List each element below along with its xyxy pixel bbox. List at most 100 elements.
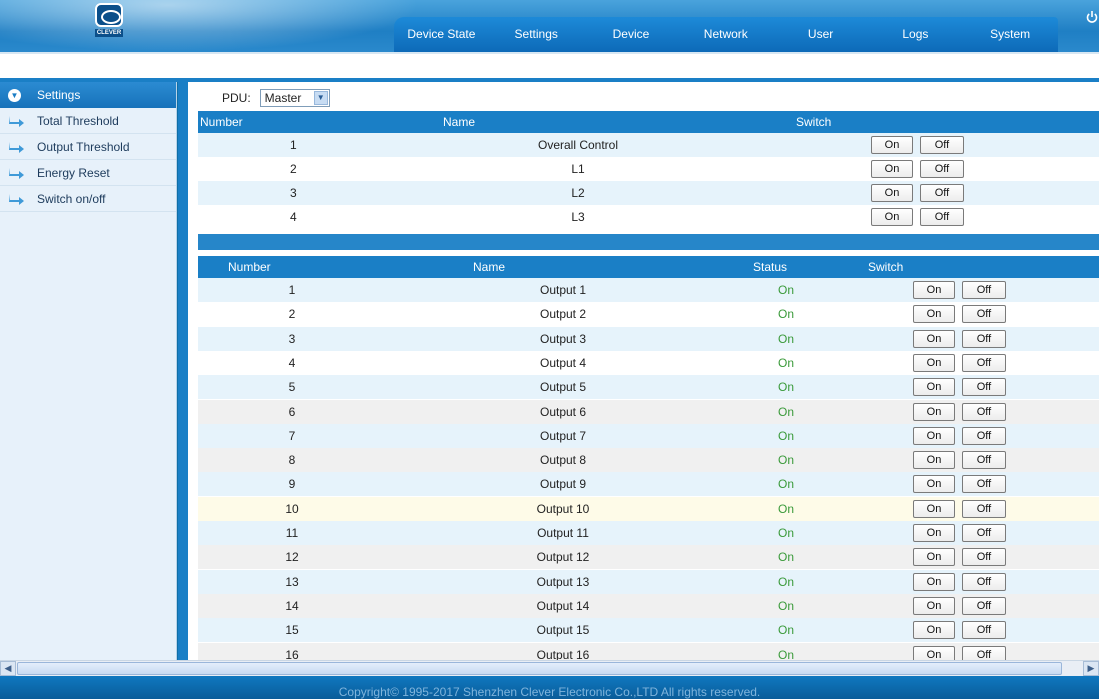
table-row: 2 Output 2 On On Off [198, 302, 1099, 327]
row-name: L3 [571, 210, 585, 224]
off-button[interactable]: Off [962, 621, 1006, 640]
off-button[interactable]: Off [962, 596, 1006, 615]
row-name: Output 6 [539, 404, 587, 419]
tab-device[interactable]: Device [584, 17, 679, 52]
row-number: 10 [285, 501, 299, 516]
table-row: 5 Output 5 On On Off [198, 375, 1099, 400]
off-button[interactable]: Off [962, 426, 1006, 445]
row-number: 5 [288, 380, 296, 395]
off-button[interactable]: Off [920, 208, 964, 226]
row-number: 2 [288, 307, 296, 322]
scroll-left-icon[interactable]: ◀ [0, 661, 16, 676]
pdu-selector-row: PDU: Master ▼ [198, 88, 330, 108]
off-button[interactable]: Off [962, 451, 1006, 470]
table-row: 3 L2 On Off [198, 181, 1099, 205]
table-row: 11 Output 11 On On Off [198, 521, 1099, 545]
row-name: Output 5 [539, 380, 587, 395]
off-button[interactable]: Off [962, 329, 1006, 348]
status-text: On [778, 477, 795, 492]
on-button[interactable]: On [913, 596, 955, 615]
footer-copyright: Copyright© 1995-2017 Shenzhen Clever Ele… [0, 676, 1099, 699]
clever-logo: CLEVER [95, 3, 123, 37]
on-button[interactable]: On [913, 548, 955, 567]
header-glow [0, 0, 420, 52]
off-button[interactable]: Off [962, 475, 1006, 494]
scroll-right-icon[interactable]: ▶ [1083, 661, 1099, 676]
on-button[interactable]: On [913, 499, 955, 518]
status-text: On [778, 598, 795, 613]
on-button[interactable]: On [913, 426, 955, 445]
table-row: 16 Output 16 On On Off [198, 642, 1099, 661]
off-button[interactable]: Off [920, 160, 964, 178]
off-button[interactable]: Off [962, 499, 1006, 518]
row-number: 11 [285, 526, 299, 540]
on-button[interactable]: On [871, 208, 913, 226]
on-button[interactable]: On [913, 475, 955, 494]
col-status: Status [753, 260, 788, 274]
row-name: Output 14 [536, 598, 590, 613]
pdu-select[interactable]: Master ▼ [259, 89, 330, 107]
on-button[interactable]: On [871, 160, 913, 178]
status-text: On [778, 501, 795, 516]
sidebar-header[interactable]: ▼ Settings [0, 82, 176, 108]
on-button[interactable]: On [913, 305, 955, 324]
row-number: 6 [288, 404, 296, 419]
scroll-thumb[interactable] [17, 662, 1062, 675]
phase-table-header: Number Name Switch [198, 111, 1099, 133]
sidebar-item-label: Output Threshold [37, 139, 130, 154]
chevron-down-icon[interactable]: ▼ [313, 91, 328, 105]
off-button[interactable]: Off [962, 378, 1006, 397]
off-button[interactable]: Off [962, 645, 1006, 660]
off-button[interactable]: Off [920, 184, 964, 202]
sidebar-item[interactable]: Energy Reset [0, 160, 176, 186]
chevron-down-icon: ▼ [8, 88, 21, 102]
row-number: 3 [290, 186, 297, 200]
off-button[interactable]: Off [962, 572, 1006, 591]
row-name: Output 3 [539, 331, 587, 346]
power-icon[interactable] [1086, 10, 1098, 24]
main-content: PDU: Master ▼ Number Name Switch 1 Overal… [188, 82, 1099, 660]
pdu-select-value: Master [264, 91, 302, 105]
on-button[interactable]: On [913, 621, 955, 640]
table-row: 4 L3 On Off [198, 205, 1099, 229]
row-name: Output 4 [539, 355, 587, 370]
sidebar-item[interactable]: Switch on/off [0, 186, 176, 212]
row-number: 9 [288, 477, 296, 492]
row-number: 4 [288, 355, 296, 370]
on-button[interactable]: On [913, 524, 955, 542]
off-button[interactable]: Off [962, 281, 1006, 299]
off-button[interactable]: Off [962, 305, 1006, 324]
tab-settings[interactable]: Settings [489, 17, 584, 52]
sidebar-item[interactable]: Output Threshold [0, 134, 176, 160]
tab-network[interactable]: Network [678, 17, 773, 52]
off-button[interactable]: Off [962, 524, 1006, 542]
table-row: 12 Output 12 On On Off [198, 545, 1099, 570]
status-text: On [778, 647, 795, 661]
sidebar-divider [178, 82, 188, 660]
tab-device-state[interactable]: Device State [394, 17, 489, 52]
on-button[interactable]: On [871, 184, 913, 202]
status-text: On [778, 428, 795, 443]
status-text: On [778, 283, 795, 297]
on-button[interactable]: On [913, 329, 955, 348]
horizontal-scrollbar[interactable]: ◀ ▶ [0, 660, 1099, 676]
col-number: Number [200, 115, 243, 129]
on-button[interactable]: On [871, 136, 913, 154]
tab-system[interactable]: System [963, 17, 1058, 52]
on-button[interactable]: On [913, 572, 955, 591]
off-button[interactable]: Off [962, 402, 1006, 421]
tab-logs[interactable]: Logs [868, 17, 963, 52]
table-row: 14 Output 14 On On Off [198, 593, 1099, 618]
off-button[interactable]: Off [962, 548, 1006, 567]
sidebar-item[interactable]: Total Threshold [0, 108, 176, 134]
on-button[interactable]: On [913, 353, 955, 372]
on-button[interactable]: On [913, 451, 955, 470]
off-button[interactable]: Off [962, 353, 1006, 372]
on-button[interactable]: On [913, 281, 955, 299]
off-button[interactable]: Off [920, 136, 964, 154]
on-button[interactable]: On [913, 402, 955, 421]
status-text: On [778, 453, 795, 468]
on-button[interactable]: On [913, 645, 955, 660]
on-button[interactable]: On [913, 378, 955, 397]
tab-user[interactable]: User [773, 17, 868, 52]
